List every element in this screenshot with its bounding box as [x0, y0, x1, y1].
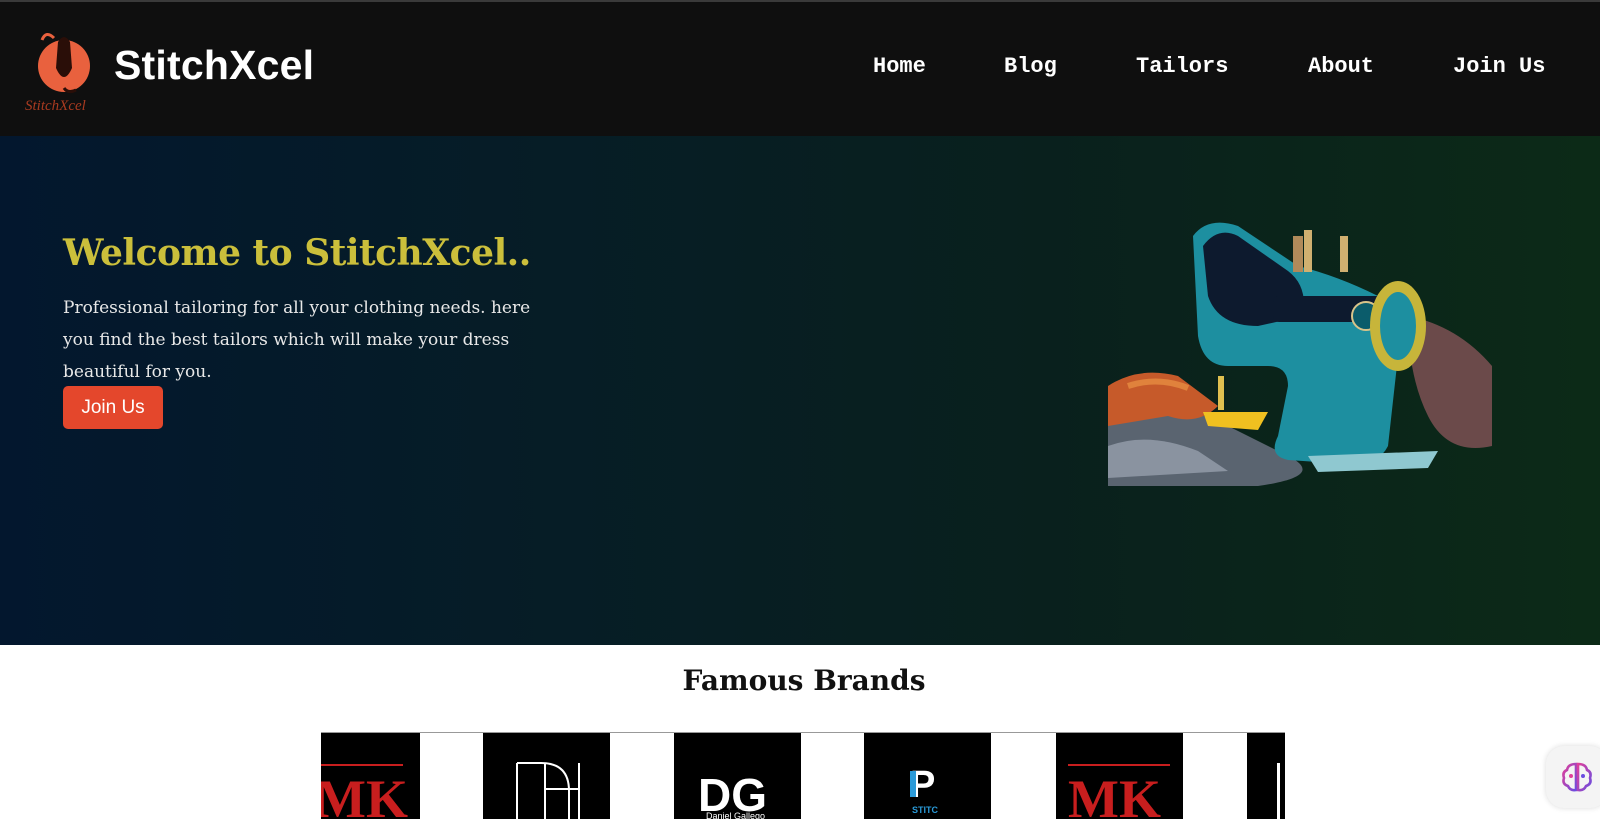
main-nav: Home Blog Tailors About Join Us: [0, 54, 1600, 84]
mk-logo-icon: MK: [321, 764, 408, 819]
sewing-machine-image: [1108, 216, 1494, 488]
brand-logo-subtitle: STITC: [912, 805, 938, 815]
brands-carousel[interactable]: MK DG Daniel Gallego P STITC MK: [321, 732, 1285, 819]
brand-logo-mk[interactable]: MK: [321, 733, 420, 819]
sewing-machine-icon: [1108, 222, 1492, 486]
nav-tailors-link[interactable]: Tailors: [1136, 54, 1228, 79]
brand-logo-label: MK: [1068, 769, 1161, 819]
brain-icon: [1562, 762, 1592, 792]
hero-description: Professional tailoring for all your clot…: [63, 298, 531, 382]
p-logo-icon: P STITC: [910, 764, 938, 815]
assistant-button[interactable]: [1546, 746, 1600, 808]
nav-blog-link[interactable]: Blog: [1004, 54, 1057, 79]
brand-logo-dh[interactable]: [483, 733, 610, 819]
logo-text: StitchXcel: [25, 98, 86, 112]
hero-join-us-button[interactable]: Join Us: [63, 386, 163, 429]
brand-logo-label: MK: [321, 769, 408, 819]
brand-logo-p[interactable]: P STITC: [864, 733, 991, 819]
brand-logo-subtitle: Daniel Gallego: [706, 811, 765, 819]
partial-logo-icon: [1277, 763, 1280, 819]
hero-section: Welcome to StitchXcel.. Professional tai…: [0, 136, 1600, 645]
mk-logo-icon: MK: [1068, 764, 1170, 819]
brand-logo-dg[interactable]: DG Daniel Gallego: [674, 733, 801, 819]
nav-about-link[interactable]: About: [1308, 54, 1374, 79]
dh-logo-icon: [516, 762, 580, 819]
nav-home-link[interactable]: Home: [873, 54, 926, 79]
brand-logo-mk-2[interactable]: MK: [1056, 733, 1183, 819]
famous-brands-heading: Famous Brands: [682, 664, 926, 697]
site-header: StitchXcel StitchXcel Home Blog Tailors …: [0, 0, 1600, 136]
dg-logo-icon: DG Daniel Gallego: [698, 769, 767, 819]
nav-join-us-link[interactable]: Join Us: [1453, 54, 1545, 79]
hero-title: Welcome to StitchXcel..: [63, 232, 531, 274]
brand-logo-partial[interactable]: [1247, 733, 1285, 819]
